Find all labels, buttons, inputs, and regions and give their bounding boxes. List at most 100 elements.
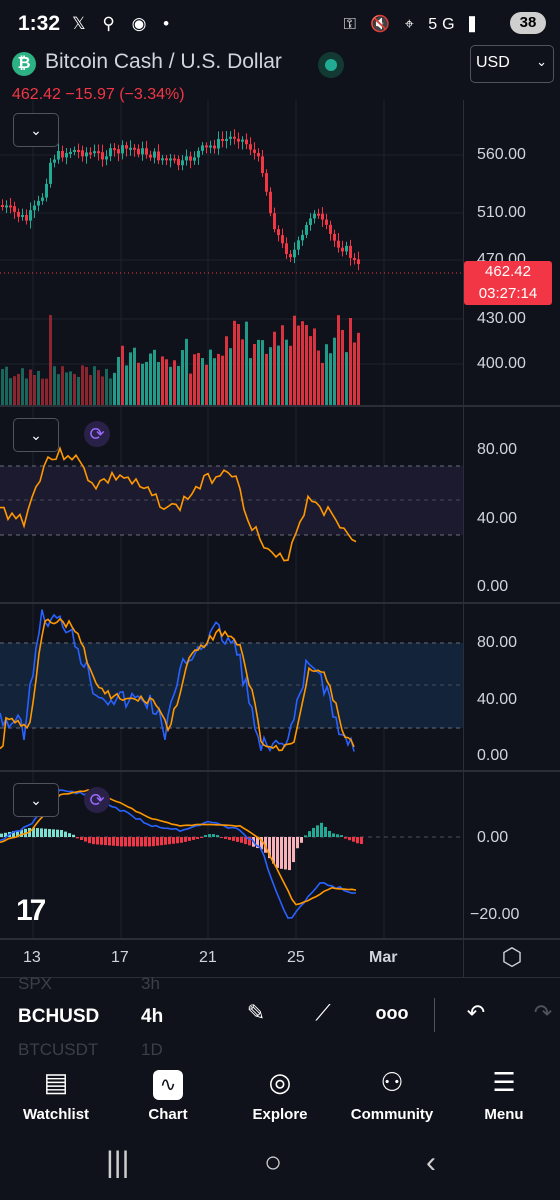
- volume-bar: [117, 356, 120, 405]
- volume-bar: [65, 372, 68, 405]
- candle-body: [337, 240, 340, 248]
- macd-histogram-bar: [240, 837, 243, 843]
- candle-body: [245, 139, 248, 145]
- macd-histogram-bar: [200, 837, 203, 838]
- volume-bar: [81, 365, 84, 405]
- currency-select[interactable]: USD ⌄: [470, 45, 554, 83]
- nav-menu[interactable]: ☰ Menu: [456, 1064, 552, 1123]
- trend-lines-icon[interactable]: ⟋: [305, 1000, 341, 1026]
- volume-bar: [61, 366, 64, 405]
- volume-bar: [141, 363, 144, 405]
- macd-histogram-bar: [216, 835, 219, 837]
- candle-body: [209, 145, 212, 148]
- pane-divider[interactable]: [0, 938, 560, 940]
- macd-histogram-bar: [148, 837, 151, 847]
- candle-body: [73, 150, 76, 153]
- current-timeframe[interactable]: 4h: [141, 1006, 163, 1028]
- volume-bar: [177, 365, 180, 405]
- stoch-axis-label: 0.00: [477, 747, 509, 764]
- status-system-icons: ⚿ 🔇 ⌖ 5G ▍: [343, 16, 490, 33]
- volume-bar: [233, 320, 236, 405]
- undo-icon[interactable]: ↶: [458, 1000, 494, 1026]
- refresh-indicator-icon[interactable]: ⟳: [84, 421, 110, 447]
- community-icon: ⚇: [380, 1067, 404, 1097]
- volume-bar: [301, 321, 304, 405]
- candle-body: [309, 218, 312, 225]
- recents-button[interactable]: |||: [106, 1146, 129, 1180]
- macd-histogram-bar: [128, 837, 131, 847]
- volume-bar: [229, 348, 232, 405]
- settings-icon[interactable]: ⬡: [498, 944, 526, 972]
- pane-divider[interactable]: [0, 770, 560, 772]
- macd-histogram-bar: [356, 837, 359, 844]
- collapse-macd-pane-button[interactable]: ⌄: [13, 783, 59, 817]
- collapse-price-pane-button[interactable]: ⌄: [13, 113, 59, 147]
- redo-icon[interactable]: ↷: [525, 1000, 560, 1026]
- pane-divider[interactable]: [0, 602, 560, 604]
- timeframe-option-below[interactable]: 1D: [141, 1040, 163, 1060]
- candle-body: [353, 257, 356, 260]
- candle-body: [257, 152, 260, 157]
- candle-body: [201, 145, 204, 151]
- macd-histogram-bar: [144, 837, 147, 847]
- back-button[interactable]: ‹: [426, 1146, 436, 1180]
- home-button[interactable]: ○: [264, 1146, 282, 1180]
- macd-histogram-bar: [324, 826, 327, 837]
- candle-body: [101, 152, 104, 160]
- nav-chart[interactable]: ∿ Chart: [120, 1064, 216, 1123]
- volume-bar: [265, 353, 268, 405]
- macd-histogram-bar: [308, 831, 311, 837]
- macd-histogram-bar: [164, 837, 167, 845]
- macd-histogram-bar: [184, 837, 187, 842]
- volume-bar: [253, 344, 256, 405]
- candle-body: [121, 145, 124, 154]
- refresh-indicator-icon[interactable]: ⟳: [84, 787, 110, 813]
- price-axis-divider: [463, 100, 464, 978]
- more-tools-icon[interactable]: ooo: [372, 1003, 412, 1024]
- symbol-option-below[interactable]: BTCUSDT: [18, 1040, 98, 1060]
- nav-explore[interactable]: ◎ Explore: [232, 1064, 328, 1123]
- macd-histogram-bar: [288, 837, 291, 871]
- rsi-axis-label: 40.00: [477, 510, 518, 527]
- macd-histogram-bar: [296, 837, 299, 849]
- tradingview-logo: 17: [16, 894, 46, 927]
- menu-icon: ☰: [492, 1067, 516, 1097]
- volume-bar: [77, 376, 80, 405]
- volume-bar: [201, 358, 204, 405]
- volume-bar: [313, 328, 316, 405]
- macd-histogram-bar: [96, 837, 99, 845]
- chart-bottom-border: [0, 977, 560, 978]
- candle-body: [149, 154, 152, 158]
- volume-bar: [37, 370, 40, 405]
- macd-histogram-bar: [228, 837, 231, 840]
- pane-divider[interactable]: [0, 405, 560, 407]
- drawing-tool-icon[interactable]: ✎: [238, 1000, 274, 1026]
- watchlist-icon: ▤: [43, 1067, 69, 1097]
- volume-bar: [321, 362, 324, 405]
- macd-histogram-bar: [192, 837, 195, 840]
- candle-body: [89, 152, 92, 155]
- macd-histogram-bar: [352, 837, 355, 842]
- symbol-option-above[interactable]: SPX: [18, 974, 52, 994]
- nav-community[interactable]: ⚇ Community: [344, 1064, 440, 1123]
- candle-body: [265, 173, 268, 192]
- bitcoin-cash-coin-icon: ₿: [12, 52, 36, 76]
- timeframe-option-above[interactable]: 3h: [141, 974, 160, 994]
- collapse-rsi-pane-button[interactable]: ⌄: [13, 418, 59, 452]
- macd-histogram-bar: [156, 837, 159, 846]
- candle-body: [49, 162, 52, 184]
- candle-body: [317, 213, 320, 216]
- current-symbol[interactable]: BCHUSD: [18, 1006, 99, 1028]
- candle-body: [333, 233, 336, 241]
- candle-body: [5, 205, 8, 208]
- nav-watchlist[interactable]: ▤ Watchlist: [8, 1064, 104, 1123]
- chart-canvas[interactable]: [0, 100, 463, 940]
- volume-bar: [45, 378, 48, 405]
- macd-histogram-bar: [312, 827, 315, 837]
- volume-bar: [169, 366, 172, 405]
- symbol-title[interactable]: Bitcoin Cash / U.S. Dollar: [45, 50, 282, 74]
- volume-bar: [121, 345, 124, 405]
- candle-body: [125, 145, 128, 149]
- macd-histogram-bar: [40, 828, 43, 837]
- macd-histogram-bar: [76, 837, 79, 839]
